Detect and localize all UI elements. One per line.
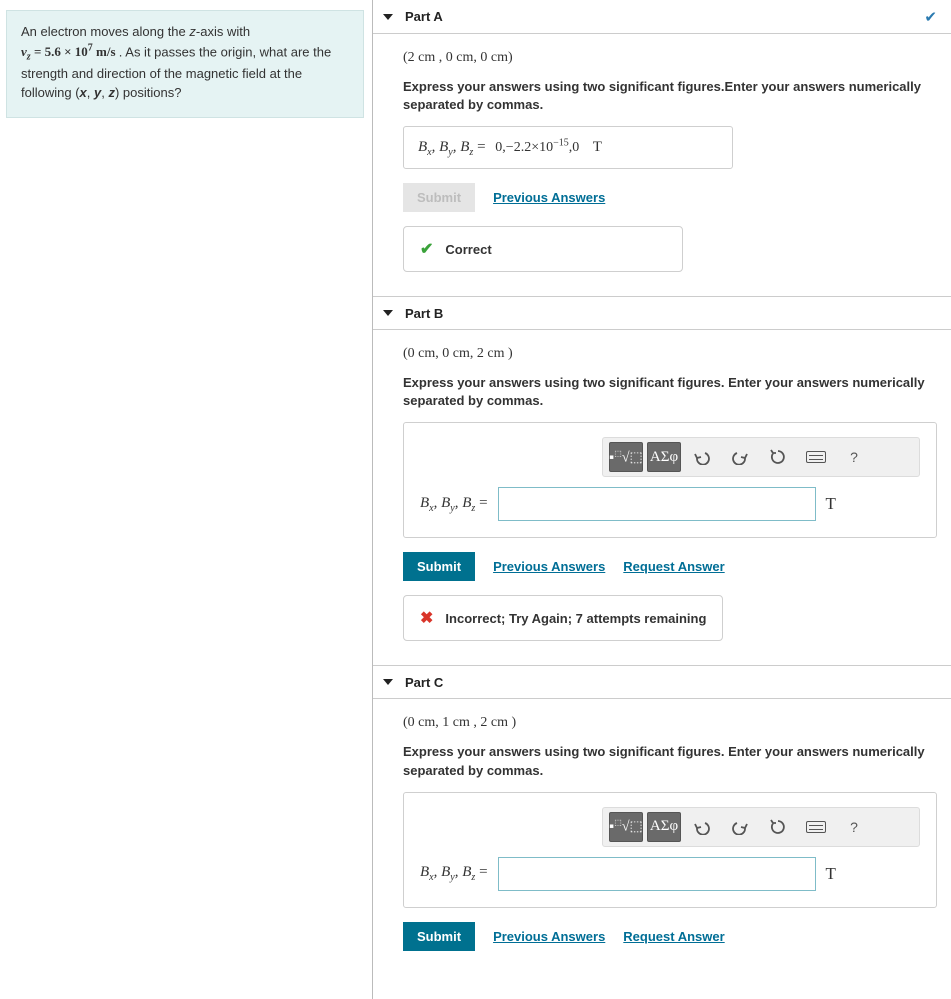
- redo-button[interactable]: [723, 812, 757, 842]
- help-button[interactable]: ?: [837, 442, 871, 472]
- part-a-unit: T: [593, 139, 602, 155]
- eq-sign: =: [475, 495, 487, 511]
- by-lbl: B: [441, 864, 450, 880]
- by-sub: y: [450, 503, 454, 514]
- by-lbl: B: [441, 495, 450, 511]
- intro-text-2: -axis with: [196, 24, 250, 39]
- part-c-answer-box: ▪⬚√⬚ ΑΣφ ? Bx, By, Bz =: [403, 792, 937, 908]
- velocity-eq: = 5.6 × 10: [31, 44, 88, 59]
- part-c-unit: T: [826, 864, 836, 884]
- part-c-body: (0 cm, 1 cm , 2 cm ) Express your answer…: [395, 715, 937, 978]
- part-c-header[interactable]: Part C: [373, 665, 951, 699]
- part-a-coords: (2 cm , 0 cm, 0 cm): [403, 50, 937, 66]
- part-a-answer-box: Bx, By, Bz = 0,−2.2×10−15,0 T: [403, 126, 733, 169]
- part-c-input[interactable]: [498, 857, 816, 891]
- templates-button[interactable]: ▪⬚√⬚: [609, 442, 643, 472]
- help-button[interactable]: ?: [837, 812, 871, 842]
- part-b-header[interactable]: Part B: [373, 296, 951, 330]
- by-sub: y: [448, 147, 452, 158]
- keyboard-button[interactable]: [799, 442, 833, 472]
- part-b-unit: T: [826, 494, 836, 514]
- part-a-answer-exp: −15: [553, 137, 569, 148]
- part-b-coords: (0 cm, 0 cm, 2 cm ): [403, 346, 937, 362]
- keyboard-icon: [806, 451, 826, 463]
- submit-button[interactable]: Submit: [403, 552, 475, 581]
- greek-button[interactable]: ΑΣφ: [647, 442, 681, 472]
- part-a-header[interactable]: Part A ✔: [373, 0, 951, 34]
- problem-intro: An electron moves along the z-axis with …: [6, 10, 364, 118]
- by-lbl: B: [439, 139, 448, 155]
- part-b-feedback-text: Incorrect; Try Again; 7 attempts remaini…: [445, 611, 706, 626]
- check-icon: ✔: [924, 8, 937, 26]
- equation-toolbar: ▪⬚√⬚ ΑΣφ ?: [602, 807, 920, 847]
- part-c-title: Part C: [405, 675, 443, 690]
- part-b-body: (0 cm, 0 cm, 2 cm ) Express your answers…: [395, 346, 937, 665]
- bx-sub: x: [429, 872, 433, 883]
- part-a-feedback: ✔ Correct: [403, 226, 683, 272]
- part-b-answer-box: ▪⬚√⬚ ΑΣφ ? Bx, By, Bz =: [403, 422, 937, 538]
- part-b-input[interactable]: [498, 487, 816, 521]
- undo-button[interactable]: [685, 812, 719, 842]
- part-a-body: (2 cm , 0 cm, 0 cm) Express your answers…: [395, 50, 937, 296]
- check-icon: ✔: [420, 239, 433, 259]
- previous-answers-link[interactable]: Previous Answers: [493, 190, 605, 205]
- reset-icon: [769, 818, 787, 836]
- reset-button[interactable]: [761, 812, 795, 842]
- redo-icon: [731, 819, 749, 835]
- eq-sign: =: [475, 864, 487, 880]
- templates-button[interactable]: ▪⬚√⬚: [609, 812, 643, 842]
- part-a-answer-suf: ,0: [569, 140, 580, 155]
- keyboard-button[interactable]: [799, 812, 833, 842]
- intro-text-1: An electron moves along the: [21, 24, 189, 39]
- redo-icon: [731, 449, 749, 465]
- part-b-lhs: Bx, By, Bz =: [420, 495, 488, 514]
- keyboard-icon: [806, 821, 826, 833]
- part-a-title: Part A: [405, 9, 443, 24]
- undo-icon: [693, 449, 711, 465]
- undo-button[interactable]: [685, 442, 719, 472]
- submit-button: Submit: [403, 183, 475, 212]
- part-c-coords: (0 cm, 1 cm , 2 cm ): [403, 715, 937, 731]
- request-answer-link[interactable]: Request Answer: [623, 559, 724, 574]
- part-c-lhs: Bx, By, Bz =: [420, 864, 488, 883]
- redo-button[interactable]: [723, 442, 757, 472]
- greek-button[interactable]: ΑΣφ: [647, 812, 681, 842]
- by-sub: y: [450, 872, 454, 883]
- intro-text-4: ) positions?: [115, 85, 181, 100]
- reset-button[interactable]: [761, 442, 795, 472]
- undo-icon: [693, 819, 711, 835]
- part-a-feedback-text: Correct: [445, 242, 491, 257]
- equation-toolbar: ▪⬚√⬚ ΑΣφ ?: [602, 437, 920, 477]
- submit-button[interactable]: Submit: [403, 922, 475, 951]
- bx-lbl: B: [418, 139, 427, 155]
- chevron-down-icon: [383, 679, 393, 685]
- eq-sign: =: [477, 139, 489, 155]
- part-a-answer-val: 0,−2.2×10: [495, 140, 553, 155]
- help-icon: ?: [850, 449, 858, 465]
- chevron-down-icon: [383, 310, 393, 316]
- previous-answers-link[interactable]: Previous Answers: [493, 559, 605, 574]
- coord-x: x: [80, 85, 87, 100]
- bx-lbl: B: [420, 495, 429, 511]
- velocity-units: m/s: [93, 44, 116, 59]
- reset-icon: [769, 448, 787, 466]
- part-b-title: Part B: [405, 306, 443, 321]
- bx-sub: x: [427, 147, 431, 158]
- part-c-instructions: Express your answers using two significa…: [403, 743, 937, 779]
- bx-sub: x: [429, 503, 433, 514]
- part-a-instructions: Express your answers using two significa…: [403, 78, 937, 114]
- part-b-instructions: Express your answers using two significa…: [403, 374, 937, 410]
- coord-y: y: [94, 85, 101, 100]
- chevron-down-icon: [383, 14, 393, 20]
- part-b-feedback: ✖ Incorrect; Try Again; 7 attempts remai…: [403, 595, 723, 641]
- x-icon: ✖: [420, 608, 433, 628]
- bz-sub: z: [469, 147, 473, 158]
- bx-lbl: B: [420, 864, 429, 880]
- help-icon: ?: [850, 819, 858, 835]
